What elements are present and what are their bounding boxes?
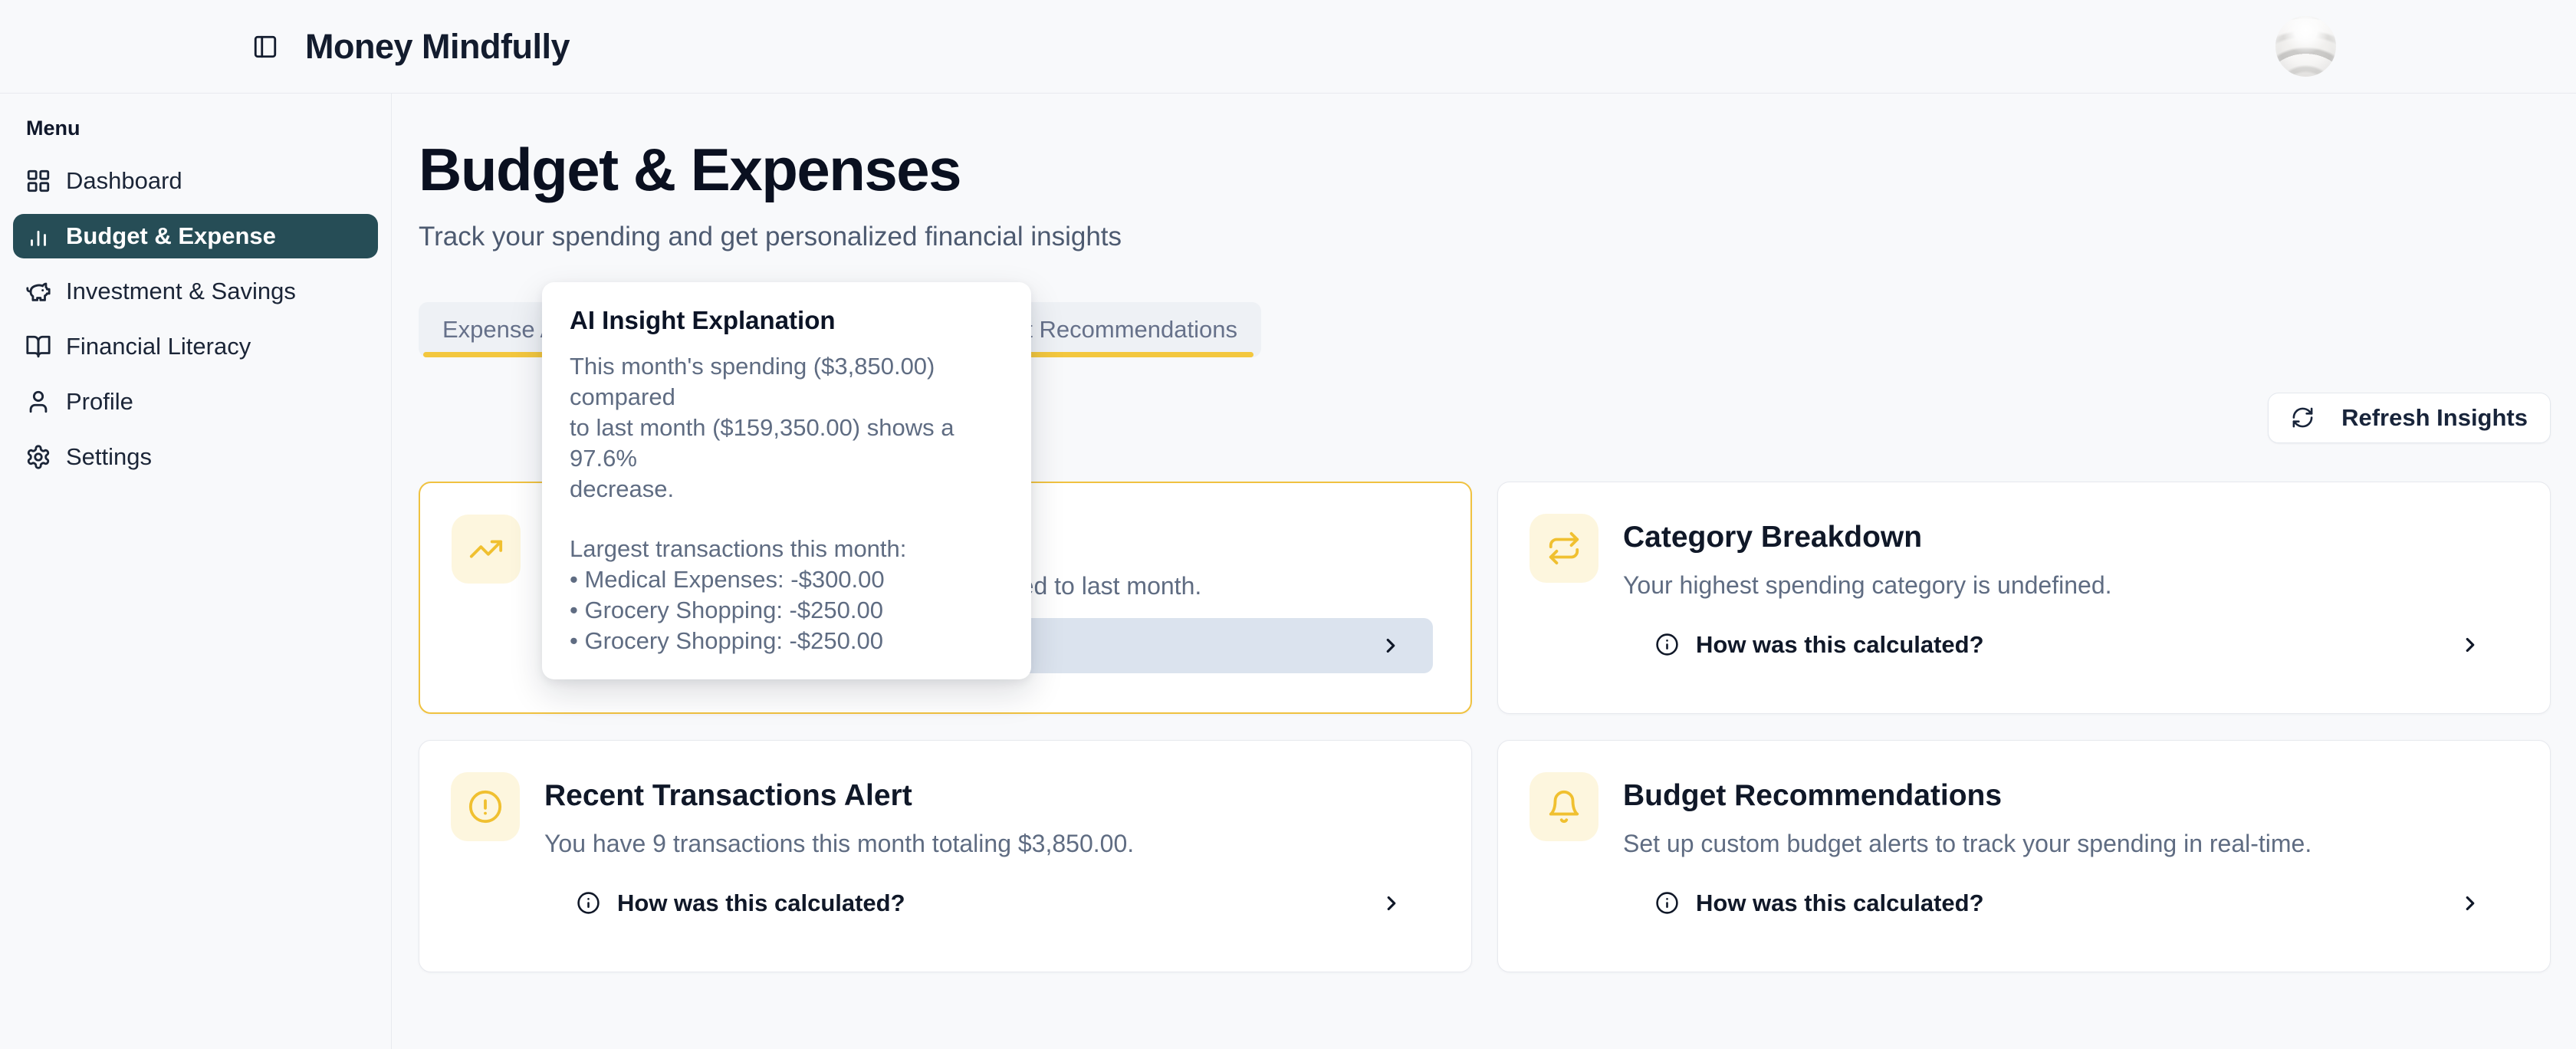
sidebar-item-label: Settings — [66, 443, 152, 471]
app-header: Money Mindfully — [0, 0, 2576, 94]
sidebar-item-label: Profile — [66, 388, 133, 416]
avatar[interactable] — [2275, 16, 2336, 77]
ai-insight-tooltip: AI Insight Explanation This month's spen… — [542, 282, 1031, 679]
panel-left-icon — [252, 34, 278, 60]
sidebar-toggle-button[interactable] — [247, 28, 284, 65]
info-icon — [1655, 633, 1679, 656]
how-calculated-row[interactable]: How was this calculated? — [1623, 876, 2512, 931]
alert-circle-icon — [468, 789, 503, 824]
sidebar-item-dashboard[interactable]: Dashboard — [13, 159, 378, 203]
card-icon-box — [1530, 772, 1598, 841]
sidebar-item-label: Budget & Expense — [66, 222, 276, 250]
chevron-right-icon — [1379, 634, 1402, 657]
card-icon-box — [451, 772, 520, 841]
card-title: Budget Recommendations — [1623, 779, 2002, 813]
chevron-right-icon — [1380, 892, 1403, 915]
gear-icon — [25, 444, 51, 470]
sidebar-item-budget-expense[interactable]: Budget & Expense — [13, 214, 378, 258]
sidebar-item-label: Dashboard — [66, 167, 182, 195]
bell-icon — [1546, 789, 1582, 824]
page-title: Budget & Expenses — [419, 140, 2551, 201]
menu-label: Menu — [26, 117, 378, 140]
how-calculated-label: How was this calculated? — [1696, 890, 1984, 917]
tooltip-paragraph: This month's spending ($3,850.00) compar… — [570, 351, 1004, 505]
card-description: You have 9 transactions this month total… — [544, 830, 1134, 858]
layout-dashboard-icon — [25, 168, 51, 194]
tooltip-title: AI Insight Explanation — [570, 307, 1004, 334]
sidebar-item-profile[interactable]: Profile — [13, 380, 378, 424]
card-recent-transactions-alert: Recent Transactions Alert You have 9 tra… — [419, 740, 1472, 972]
refresh-insights-label: Refresh Insights — [2341, 404, 2528, 432]
refresh-icon — [2291, 406, 2315, 429]
trending-up-icon — [468, 531, 504, 567]
how-calculated-row[interactable]: How was this calculated? — [1623, 617, 2512, 672]
card-icon-box — [1530, 514, 1598, 583]
card-title: Recent Transactions Alert — [544, 779, 912, 813]
sidebar-item-financial-literacy[interactable]: Financial Literacy — [13, 324, 378, 369]
card-description: Your highest spending category is undefi… — [1623, 571, 2112, 600]
book-open-icon — [25, 334, 51, 360]
how-calculated-label: How was this calculated? — [1696, 631, 1984, 659]
card-icon-box — [452, 515, 521, 584]
user-icon — [25, 389, 51, 415]
sidebar-nav: Dashboard Budget & Expense Investment & … — [13, 159, 378, 479]
card-category-breakdown: Category Breakdown Your highest spending… — [1497, 482, 2551, 714]
sidebar-item-label: Investment & Savings — [66, 278, 296, 305]
info-icon — [577, 891, 600, 915]
chevron-right-icon — [2459, 892, 2482, 915]
card-title: Category Breakdown — [1623, 521, 1922, 554]
how-calculated-row[interactable]: How was this calculated? — [544, 876, 1434, 931]
piggy-bank-icon — [25, 278, 51, 304]
how-calculated-label: How was this calculated? — [617, 890, 905, 917]
app-title: Money Mindfully — [305, 27, 570, 67]
sidebar-item-settings[interactable]: Settings — [13, 435, 378, 479]
sidebar-item-investment-savings[interactable]: Investment & Savings — [13, 269, 378, 314]
page-subtitle: Track your spending and get personalized… — [419, 222, 2551, 252]
repeat-icon — [1546, 531, 1582, 566]
sidebar: Menu Dashboard Budget & Expense Investme… — [0, 94, 392, 1049]
info-icon — [1655, 891, 1679, 915]
card-budget-recommendations: Budget Recommendations Set up custom bud… — [1497, 740, 2551, 972]
chevron-right-icon — [2459, 633, 2482, 656]
tooltip-list-heading: Largest transactions this month: — [570, 534, 1004, 564]
card-description: Set up custom budget alerts to track you… — [1623, 830, 2312, 858]
tooltip-transaction-list: • Medical Expenses: -$300.00 • Grocery S… — [570, 564, 1004, 656]
refresh-insights-button[interactable]: Refresh Insights — [2268, 393, 2551, 443]
bar-chart-icon — [25, 223, 51, 249]
sidebar-item-label: Financial Literacy — [66, 333, 251, 360]
